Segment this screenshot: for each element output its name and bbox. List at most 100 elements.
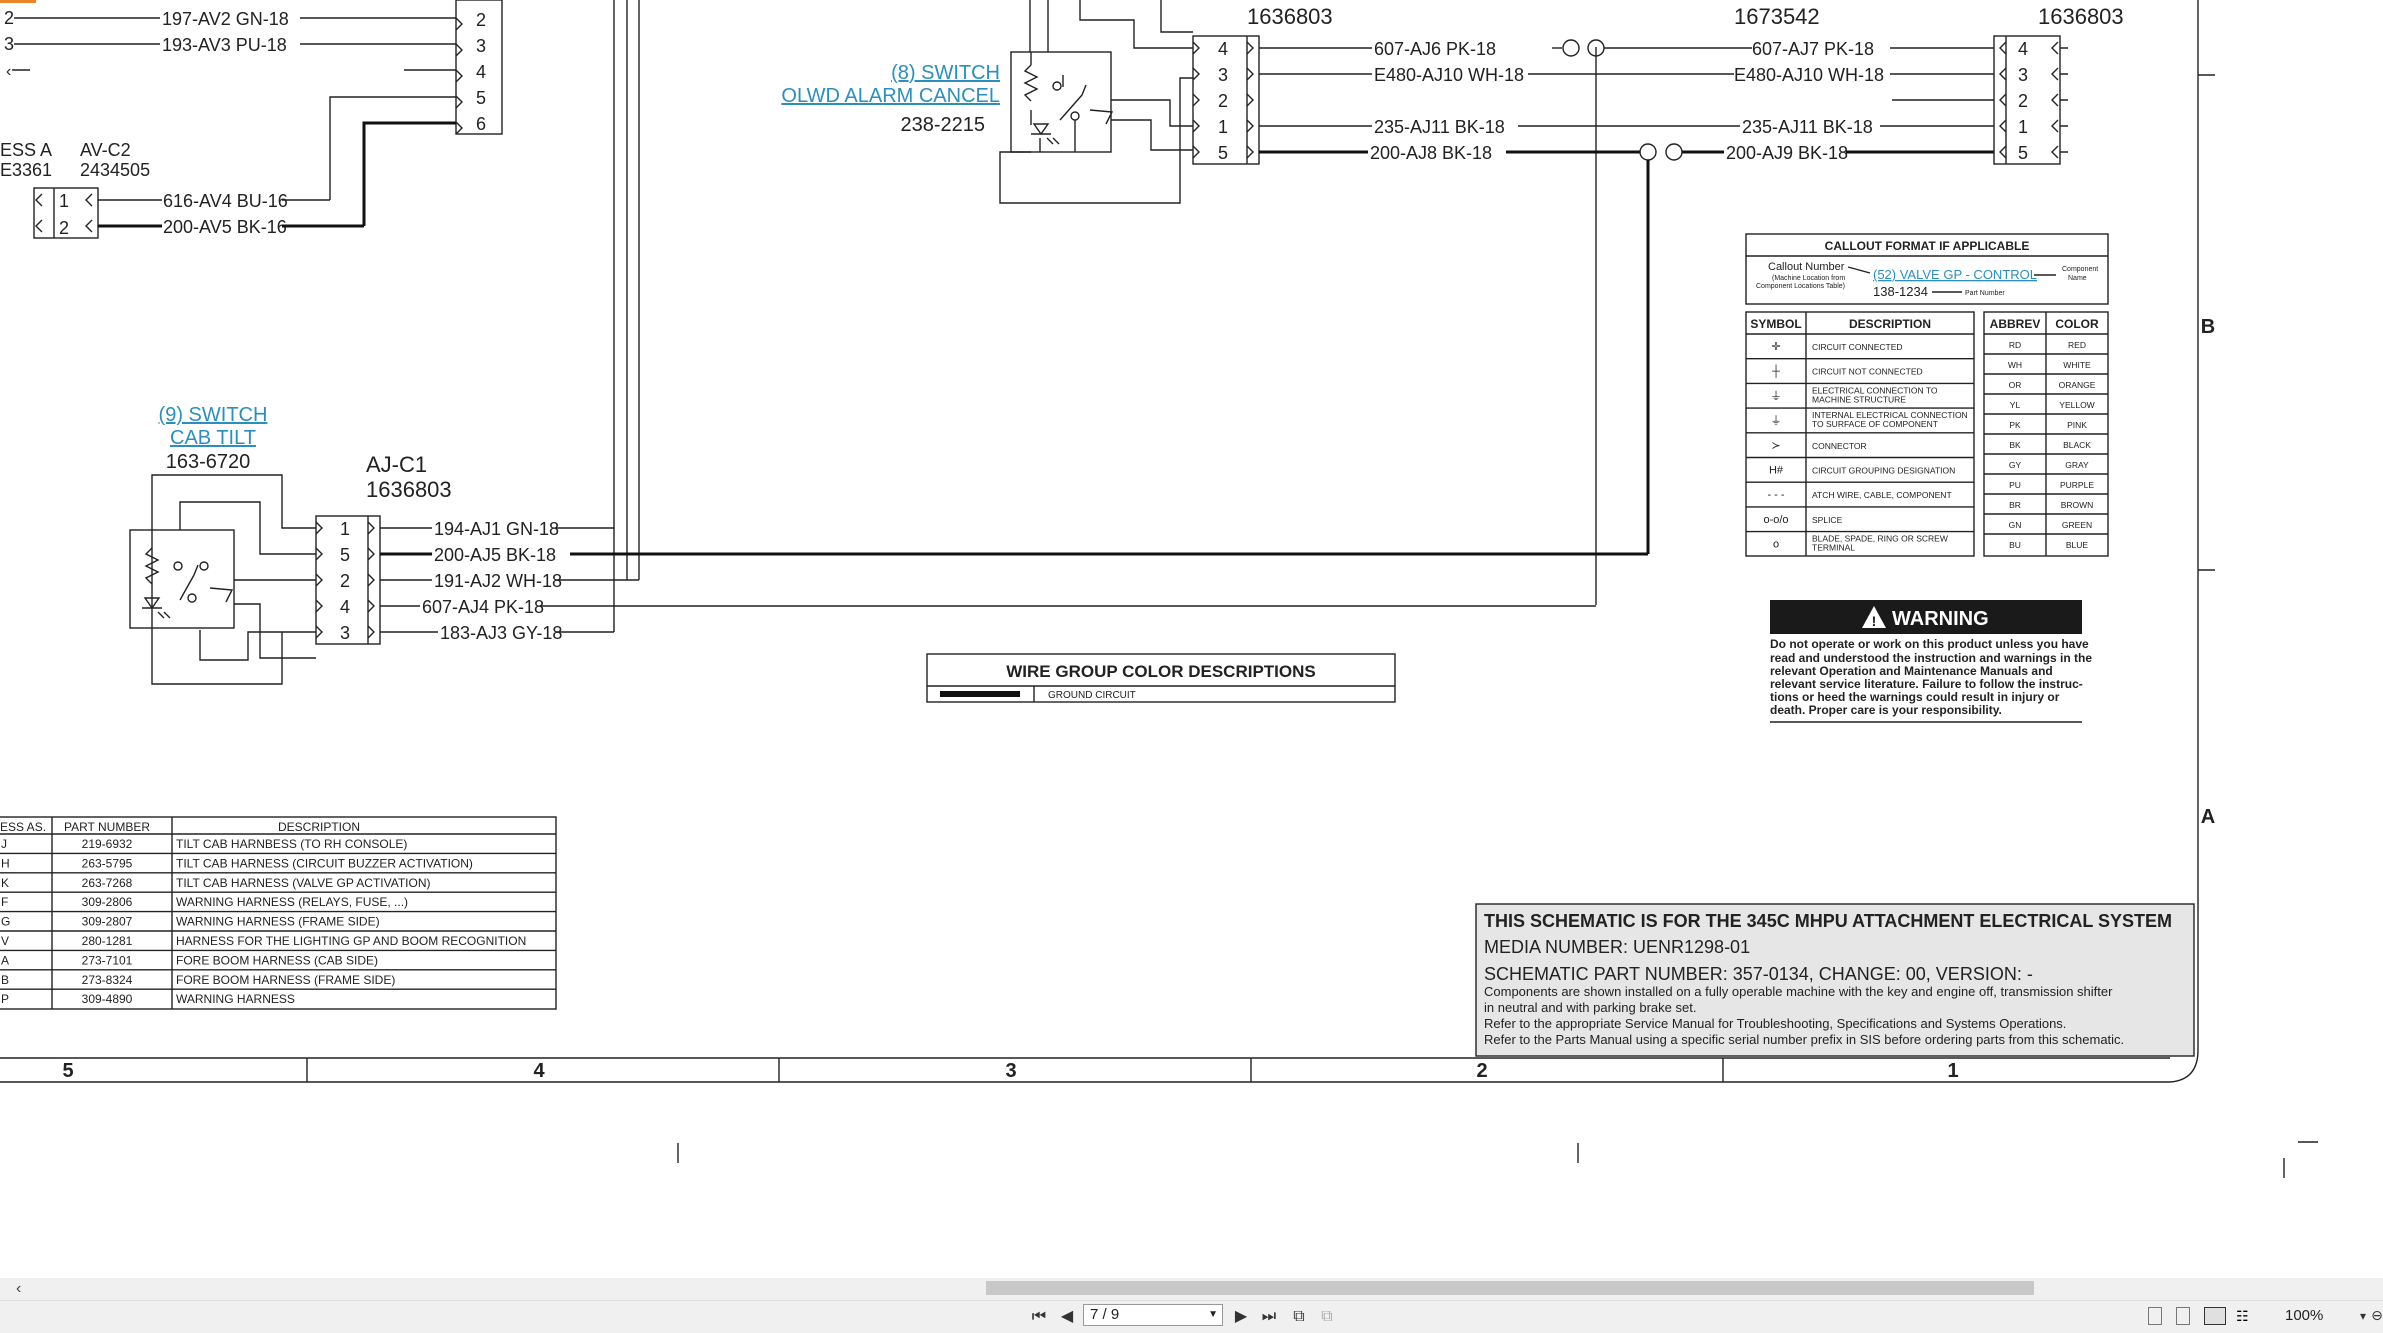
title-block: THIS SCHEMATIC IS FOR THE 345C MHPU ATTA…: [1475, 903, 2195, 1057]
svg-text:6: 6: [476, 114, 486, 134]
previous-page-icon[interactable]: ◀: [1056, 1305, 1078, 1327]
svg-text:163-6720: 163-6720: [166, 451, 251, 473]
harness-description: WARNING HARNESS: [176, 992, 295, 1006]
svg-text:5: 5: [340, 545, 350, 565]
switch-8-group: (8) SWITCH OLWD ALARM CANCEL 238-2215 16…: [781, 0, 1333, 204]
last-page-icon[interactable]: ⏭: [1258, 1305, 1280, 1327]
switch-9-group: (9) SWITCH CAB TILT 163-6720 AJ-C1 16368…: [129, 404, 1648, 685]
symbol-description: MACHINE STRUCTURE: [1812, 394, 1906, 404]
symbol-description: CIRCUIT NOT CONNECTED: [1812, 367, 1923, 377]
svg-text:MEDIA NUMBER: UENR1298-01: MEDIA NUMBER: UENR1298-01: [1484, 937, 1750, 957]
svg-text:tions or heed the warnings cou: tions or heed the warnings could result …: [1770, 690, 2060, 704]
svg-text:ESS A: ESS A: [0, 140, 52, 160]
harness-letter: F: [1, 895, 8, 909]
switch-8-connector-pn: 1636803: [1247, 4, 1333, 29]
svg-text:2: 2: [4, 8, 14, 28]
svg-text:3: 3: [476, 36, 486, 56]
switch-9-link-name[interactable]: CAB TILT: [170, 427, 256, 449]
wire-label-av3: 193-AV3 PU-18: [162, 35, 287, 55]
harness-description: TILT CAB HARNBESS (TO RH CONSOLE): [176, 837, 407, 851]
harness-letter: G: [1, 915, 10, 929]
color-abbrev: RD: [2009, 340, 2021, 350]
svg-text:138-1234: 138-1234: [1873, 284, 1928, 299]
svg-text:COLOR: COLOR: [2055, 317, 2099, 331]
svg-text:read and understood the instru: read and understood the instruction and …: [1770, 651, 2092, 665]
symbol-description: TERMINAL: [1812, 543, 1855, 553]
wire-label-aj8: 200-AJ8 BK-18: [1370, 143, 1492, 163]
color-name: RED: [2068, 340, 2086, 350]
next-page-icon[interactable]: ▶: [1230, 1305, 1252, 1327]
harness-description: HARNESS FOR THE LIGHTING GP AND BOOM REC…: [176, 934, 526, 948]
aj-c1-name: AJ-C1: [366, 452, 427, 477]
wire-label-aj3: 183-AJ3 GY-18: [440, 623, 562, 643]
symbol-glyph: ┼: [1771, 364, 1780, 379]
svg-text:200-AJ9 BK-18: 200-AJ9 BK-18: [1726, 143, 1848, 163]
right-connector: 1673542 1636803 607-AJ7 PK-18 E480-AJ10 …: [1726, 4, 2124, 165]
symbol-glyph: ≻: [1771, 440, 1780, 452]
mid-wires: 607-AJ6 PK-18 E480-AJ10 WH-18 235-AJ11 B…: [1259, 39, 1752, 554]
svg-text:WIRE GROUP COLOR DESCRIPTIONS: WIRE GROUP COLOR DESCRIPTIONS: [1006, 662, 1316, 681]
top-left-connector: 2 3 ‹ 2 3 4 5 6 197-AV2 GN-18 193-AV3 PU…: [0, 0, 503, 239]
wire-label-av5: 200-AV5 BK-16: [163, 217, 287, 237]
harness-part-number: 273-8324: [82, 973, 133, 987]
svg-text:Component: Component: [2062, 266, 2098, 273]
color-abbrev: OR: [2009, 380, 2022, 390]
color-abbrev: BK: [2009, 440, 2021, 450]
page-number: 7 / 9: [1090, 1306, 1120, 1323]
wire-label-aj2: 191-AJ2 WH-18: [434, 571, 562, 591]
symbol-description: CIRCUIT CONNECTED: [1812, 342, 1903, 352]
svg-text:1: 1: [59, 191, 69, 211]
svg-text:E3361: E3361: [0, 160, 52, 180]
zoom-out-icon[interactable]: ⊖: [2366, 1305, 2383, 1327]
color-abbrev: PU: [2009, 480, 2021, 490]
switch-8-link[interactable]: (8) SWITCH: [891, 62, 1000, 84]
horizontal-scroll-thumb[interactable]: [986, 1281, 2034, 1295]
continuous-view-icon[interactable]: [2176, 1307, 2190, 1325]
svg-text:Name: Name: [2068, 275, 2087, 282]
callout-example-link[interactable]: (52) VALVE GP - CONTROL: [1873, 267, 2037, 282]
two-page-view-icon[interactable]: [2204, 1307, 2226, 1325]
wire-group-box: WIRE GROUP COLOR DESCRIPTIONS GROUND CIR…: [926, 653, 1396, 703]
zoom-level[interactable]: 100%: [2285, 1305, 2323, 1327]
symbol-description: TO SURFACE OF COMPONENT: [1812, 419, 1938, 429]
zone-row-a: A: [2201, 806, 2215, 828]
scroll-left-icon[interactable]: ‹: [16, 1280, 21, 1298]
dropdown-arrow-icon: ▼: [1208, 1309, 1218, 1320]
color-name: BLUE: [2066, 540, 2089, 550]
wire-label-aj10: E480-AJ10 WH-18: [1374, 65, 1524, 85]
color-name: ORANGE: [2059, 380, 2096, 390]
single-page-view-icon[interactable]: [2148, 1307, 2162, 1325]
harness-table: ESS AS. PART NUMBER DESCRIPTION J 219-693…: [0, 816, 557, 1010]
svg-text:Refer to the appropriate Servi: Refer to the appropriate Service Manual …: [1484, 1016, 2066, 1031]
color-abbrev-table: ABBREV COLOR RD RED WH WHITE OR ORANGE YL YELLO…: [1983, 311, 2109, 557]
switch-9-link[interactable]: (9) SWITCH: [159, 404, 268, 426]
wire-label-aj11: 235-AJ11 BK-18: [1374, 117, 1505, 137]
svg-text:1: 1: [340, 519, 350, 539]
harness-description: FORE BOOM HARNESS (CAB SIDE): [176, 953, 378, 967]
svg-text:in neutral and with parking br: in neutral and with parking brake set.: [1484, 1000, 1696, 1015]
page-selector[interactable]: 7 / 9 ▼: [1083, 1304, 1223, 1326]
paste-icon[interactable]: ⧉: [1316, 1305, 1338, 1327]
harness-description: TILT CAB HARNESS (VALVE GP ACTIVATION): [176, 876, 431, 890]
harness-letter: P: [1, 992, 9, 1006]
color-name: GRAY: [2065, 460, 2089, 470]
svg-text:4: 4: [1218, 39, 1228, 59]
harness-description: FORE BOOM HARNESS (FRAME SIDE): [176, 973, 395, 987]
color-abbrev: GN: [2009, 520, 2022, 530]
svg-text:4: 4: [476, 62, 486, 82]
svg-text:ABBREV: ABBREV: [1990, 317, 2041, 331]
svg-text:DESCRIPTION: DESCRIPTION: [278, 820, 360, 834]
copy-icon[interactable]: ⧉: [1288, 1305, 1310, 1327]
svg-text:PART NUMBER: PART NUMBER: [64, 820, 150, 834]
svg-text:235-AJ11 BK-18: 235-AJ11 BK-18: [1742, 117, 1873, 137]
zone-col-4: 4: [533, 1060, 545, 1082]
wire-label-aj1: 194-AJ1 GN-18: [434, 519, 559, 539]
color-abbrev: GY: [2009, 460, 2022, 470]
document-viewport[interactable]: 5 4 3 2 1 B A 2 3 ‹ 2 3 4 5 6 197-AV2 GN…: [0, 0, 2383, 1278]
switch-8-link-name[interactable]: OLWD ALARM CANCEL: [781, 85, 1000, 107]
svg-text:5: 5: [2018, 143, 2028, 163]
svg-text:ESS AS.: ESS AS.: [0, 820, 46, 834]
first-page-icon[interactable]: ⏮: [1028, 1305, 1050, 1327]
schematic-title: THIS SCHEMATIC IS FOR THE 345C MHPU ATTA…: [1484, 911, 2172, 931]
continuous-two-page-icon[interactable]: ☷: [2236, 1307, 2250, 1325]
